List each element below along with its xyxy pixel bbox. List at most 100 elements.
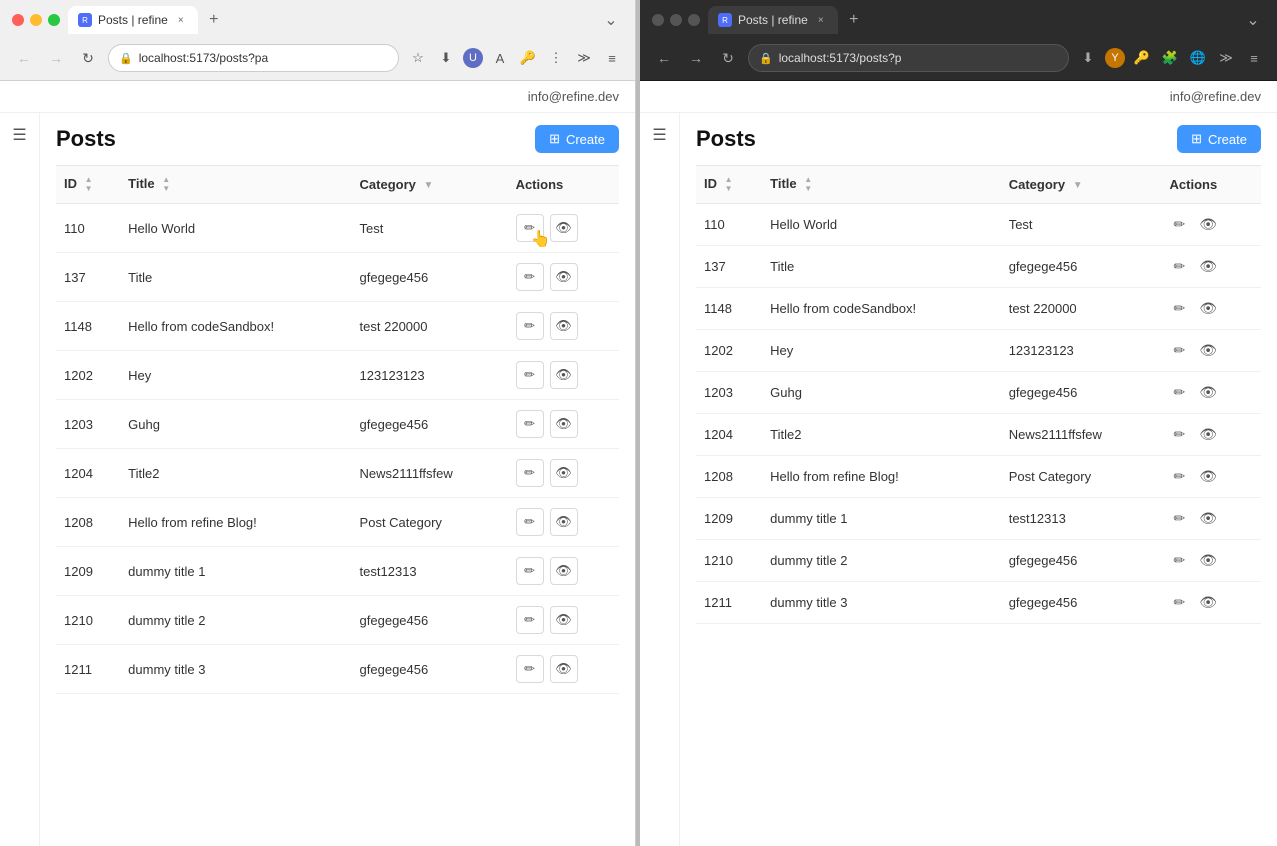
right-edit-btn[interactable]: ✏ — [1170, 424, 1190, 445]
devtools-icon[interactable]: ≫ — [573, 47, 595, 69]
edit-btn[interactable]: ✏ — [516, 263, 544, 291]
right-edit-btn[interactable]: ✏ — [1170, 550, 1190, 571]
right-password-icon[interactable]: 🔑 — [1131, 47, 1153, 69]
right-close-btn[interactable] — [652, 14, 664, 26]
new-tab-btn[interactable]: + — [202, 8, 226, 32]
maximize-window-btn[interactable] — [48, 14, 60, 26]
right-show-btn[interactable]: 👁 — [1195, 592, 1221, 613]
right-show-btn[interactable]: 👁 — [1195, 424, 1221, 445]
show-btn[interactable]: 👁 — [550, 410, 578, 438]
right-show-btn[interactable]: 👁 — [1195, 550, 1221, 571]
active-tab[interactable]: R Posts | refine × — [68, 6, 198, 34]
right-show-btn[interactable]: 👁 — [1195, 340, 1221, 361]
right-account-icon[interactable]: Y — [1105, 48, 1125, 68]
edit-btn[interactable]: ✏ — [516, 312, 544, 340]
show-btn[interactable]: 👁 — [550, 263, 578, 291]
cell-title: Title — [762, 246, 1001, 288]
cell-actions: ✏ 👁 — [1162, 372, 1261, 414]
right-edit-btn[interactable]: ✏ — [1170, 340, 1190, 361]
right-extension1-icon[interactable]: 🧩 — [1159, 47, 1181, 69]
download-icon[interactable]: ⬇ — [435, 47, 457, 69]
tab-close-btn[interactable]: × — [174, 13, 188, 27]
right-edit-btn[interactable]: ✏ — [1170, 508, 1190, 529]
right-extension2-icon[interactable]: 🌐 — [1187, 47, 1209, 69]
reload-btn[interactable]: ↻ — [76, 46, 100, 70]
cell-actions: ✏ 👁 — [1162, 540, 1261, 582]
right-category-filter-icon[interactable]: ▼ — [1073, 180, 1083, 191]
password-icon[interactable]: 🔑 — [517, 47, 539, 69]
right-show-btn[interactable]: 👁 — [1195, 466, 1221, 487]
right-edit-btn[interactable]: ✏ — [1170, 256, 1190, 277]
right-id-sort-icons[interactable]: ▲ ▼ — [725, 176, 733, 193]
right-show-btn[interactable]: 👁 — [1195, 298, 1221, 319]
right-devtools-icon[interactable]: ≫ — [1215, 47, 1237, 69]
category-filter-icon[interactable]: ▼ — [424, 180, 434, 191]
show-btn[interactable]: 👁 — [550, 214, 578, 242]
translate-icon[interactable]: A — [489, 47, 511, 69]
address-bar[interactable]: 🔒 localhost:5173/posts?pa — [108, 44, 399, 72]
right-forward-btn[interactable]: → — [684, 46, 708, 70]
edit-btn[interactable]: ✏ — [516, 361, 544, 389]
edit-btn[interactable]: ✏ — [516, 459, 544, 487]
right-show-btn[interactable]: 👁 — [1195, 508, 1221, 529]
table-row: 1202 Hey 123123123 ✏ 👁 — [696, 330, 1261, 372]
close-window-btn[interactable] — [12, 14, 24, 26]
minimize-window-btn[interactable] — [30, 14, 42, 26]
right-create-btn[interactable]: ⊞ Create — [1177, 125, 1261, 153]
right-edit-btn[interactable]: ✏ — [1170, 298, 1190, 319]
create-btn[interactable]: ⊞ Create — [535, 125, 619, 153]
right-back-btn[interactable]: ← — [652, 46, 676, 70]
right-edit-btn[interactable]: ✏ — [1170, 592, 1190, 613]
edit-btn[interactable]: ✏ — [516, 557, 544, 585]
show-btn[interactable]: 👁 — [550, 508, 578, 536]
show-btn[interactable]: 👁 — [550, 557, 578, 585]
right-menu-btn[interactable]: ≡ — [1243, 47, 1265, 69]
right-download-icon[interactable]: ⬇ — [1077, 47, 1099, 69]
right-title-sort-icons[interactable]: ▲ ▼ — [804, 176, 812, 193]
star-icon[interactable]: ☆ — [407, 47, 429, 69]
right-create-btn-label: Create — [1208, 132, 1247, 147]
cell-title: Title2 — [762, 414, 1001, 456]
table-row: 1203 Guhg gfegege456 ✏ 👁 — [696, 372, 1261, 414]
right-active-tab[interactable]: R Posts | refine × — [708, 6, 838, 34]
forward-btn[interactable]: → — [44, 46, 68, 70]
edit-btn[interactable]: ✏ — [516, 655, 544, 683]
show-btn[interactable]: 👁 — [550, 606, 578, 634]
menu-btn[interactable]: ≡ — [601, 47, 623, 69]
right-sidebar-toggle-btn[interactable]: ☰ — [640, 113, 680, 846]
title-sort-icons[interactable]: ▲ ▼ — [162, 176, 170, 193]
tab-overflow-btn[interactable]: ⌄ — [599, 8, 623, 32]
right-tab-overflow-btn[interactable]: ⌄ — [1241, 8, 1265, 32]
right-edit-btn[interactable]: ✏ — [1170, 214, 1190, 235]
right-tab-close-btn[interactable]: × — [814, 13, 828, 27]
id-sort-icons[interactable]: ▲ ▼ — [85, 176, 93, 193]
show-btn[interactable]: 👁 — [550, 361, 578, 389]
cell-actions: ✏ 👁 — [508, 596, 619, 645]
account-icon[interactable]: U — [463, 48, 483, 68]
right-edit-btn[interactable]: ✏ — [1170, 382, 1190, 403]
right-maximize-btn[interactable] — [688, 14, 700, 26]
cell-id: 1204 — [56, 449, 120, 498]
plus-icon: ⊞ — [549, 131, 560, 147]
right-minimize-btn[interactable] — [670, 14, 682, 26]
right-new-tab-btn[interactable]: + — [842, 8, 866, 32]
right-reload-btn[interactable]: ↻ — [716, 46, 740, 70]
right-edit-btn[interactable]: ✏ — [1170, 466, 1190, 487]
back-btn[interactable]: ← — [12, 46, 36, 70]
sidebar-toggle-btn[interactable]: ☰ — [0, 113, 40, 846]
edit-icon: ✏ — [524, 220, 535, 236]
show-btn[interactable]: 👁 — [550, 312, 578, 340]
edit-btn[interactable]: ✏ — [516, 508, 544, 536]
show-btn[interactable]: 👁 — [550, 655, 578, 683]
right-show-btn[interactable]: 👁 — [1195, 256, 1221, 277]
cell-category: gfegege456 — [352, 400, 508, 449]
right-show-btn[interactable]: 👁 — [1195, 382, 1221, 403]
show-btn[interactable]: 👁 — [550, 459, 578, 487]
edit-btn[interactable]: ✏ — [516, 410, 544, 438]
right-show-btn[interactable]: 👁 — [1195, 214, 1221, 235]
edit-btn[interactable]: ✏ — [516, 606, 544, 634]
extensions-btn[interactable]: ⋮ — [545, 47, 567, 69]
edit-btn[interactable]: ✏ 👆 — [516, 214, 544, 242]
right-address-bar[interactable]: 🔒 localhost:5173/posts?p — [748, 44, 1069, 72]
table-row: 1211 dummy title 3 gfegege456 ✏ 👁 — [56, 645, 619, 694]
